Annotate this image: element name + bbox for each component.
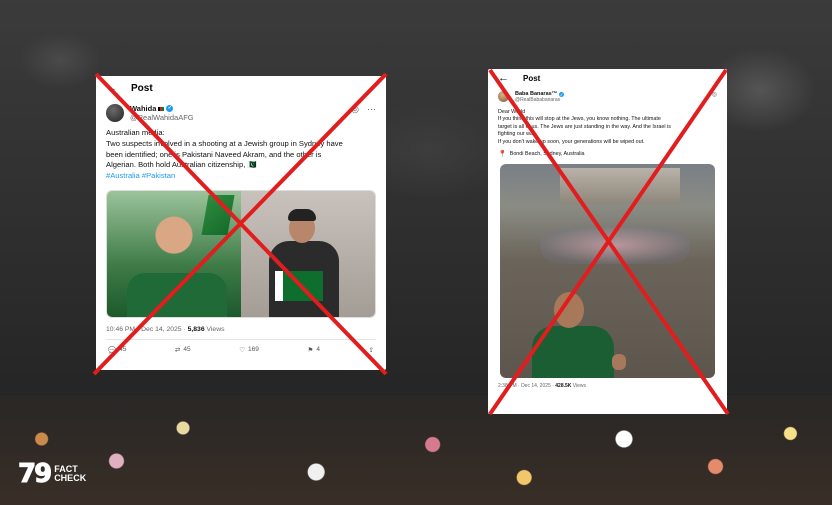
tweet-line: Australian media: <box>106 128 165 137</box>
tweet-line: been identified; one is Pakistani Naveed… <box>106 149 322 159</box>
views-label: Views <box>204 325 225 333</box>
display-name[interactable]: Wahida <box>130 104 156 113</box>
arrow-left-icon[interactable]: ← <box>498 72 509 84</box>
suspect-photo-left[interactable] <box>107 190 241 317</box>
tweet-time[interactable]: 2:38 PM · Dec 14, 2025 · <box>498 383 555 389</box>
grok-icon[interactable]: ◎ <box>351 104 359 115</box>
repost-button[interactable]: ⇄ 45 <box>175 346 191 354</box>
share-icon: ⇪ <box>368 346 374 354</box>
tweet-line: If you think this will stop at the Jews,… <box>498 116 661 123</box>
reply-icon: 💬 <box>108 346 117 354</box>
tweet-line: target is all of us. The Jews are just s… <box>498 123 671 130</box>
tweet-action-bar: 💬 45 ⇄ 45 ♡ 169 ⚑ 4 ⇪ <box>96 340 386 360</box>
tweet-line: fighting our war. <box>498 131 537 138</box>
tweet-text: Australian media: Two suspects involved … <box>96 126 386 184</box>
verified-badge-icon: ✓ <box>559 91 565 97</box>
tweet-card-wahida: ← Post Wahida ✓ @RealWahidaAFG ◎ ··· Aus… <box>96 76 386 370</box>
hashtags-link[interactable]: #Australia #Pakistan <box>106 171 376 182</box>
tweet-card-baba-banaras: ← Post Baba Banaras™ ✓ @RealBababanaras … <box>488 69 727 414</box>
tweet-author-row: Baba Banaras™ ✓ @RealBababanaras ◎ <box>488 87 727 107</box>
author-handle[interactable]: @RealBababanaras <box>515 97 706 103</box>
like-count: 169 <box>248 346 259 354</box>
tweet-line: If you don't wake up soon, your generati… <box>498 138 645 145</box>
logo-text-check: CHECK <box>54 473 87 483</box>
views-label: Views <box>571 383 587 390</box>
bookmark-icon: ⚑ <box>307 346 314 354</box>
tweet-media[interactable] <box>106 189 376 318</box>
more-options-icon[interactable]: ··· <box>367 104 376 115</box>
avatar[interactable] <box>106 104 124 122</box>
tweet-time[interactable]: 10:46 PM · Dec 14, 2025 · <box>106 326 188 333</box>
tweet-author-row: Wahida ✓ @RealWahidaAFG ◎ ··· <box>96 100 386 126</box>
verified-badge-icon: ✓ <box>166 105 174 112</box>
logo-number: 79 <box>17 459 52 490</box>
grok-icon[interactable]: ◎ <box>712 91 717 98</box>
tweet-timestamp: 2:38 PM · Dec 14, 2025 · 428.5K Views <box>488 381 727 391</box>
post-title: Post <box>523 73 541 83</box>
tweet-timestamp: 10:46 PM · Dec 14, 2025 · 5,836 Views <box>96 324 386 335</box>
post-header: ← Post <box>96 76 386 100</box>
suspect-photo-right[interactable] <box>241 190 375 317</box>
tweet-media[interactable] <box>500 164 715 379</box>
heart-icon: ♡ <box>239 346 246 354</box>
post-title: Post <box>131 82 153 94</box>
views-count: 428.5K <box>555 383 572 390</box>
location-tag[interactable]: 📍 Bondi Beach, Sydney, Australia <box>488 148 727 160</box>
tweet-line: Algerian. Both hold Australian citizensh… <box>106 160 257 170</box>
reply-button[interactable]: 💬 45 <box>108 346 126 354</box>
views-count: 5,836 <box>187 325 205 333</box>
flag-icon <box>158 106 165 111</box>
fact-check-logo: 79 FACT CHECK <box>17 456 98 492</box>
location-text: Bondi Beach, Sydney, Australia <box>509 151 585 158</box>
bookmark-button[interactable]: ⚑ 4 <box>307 346 319 354</box>
repost-count: 45 <box>183 346 191 354</box>
share-button[interactable]: ⇪ <box>369 346 374 354</box>
post-header: ← Post <box>488 69 727 87</box>
tweet-text: Dear World If you think this will stop a… <box>488 107 727 148</box>
avatar[interactable] <box>498 91 509 102</box>
arrow-left-icon[interactable]: ← <box>106 82 117 94</box>
reply-count: 45 <box>119 346 127 354</box>
tweet-line: Two suspects involved in a shooting at a… <box>106 138 343 148</box>
like-button[interactable]: ♡ 169 <box>239 346 259 354</box>
map-pin-icon: 📍 <box>498 151 507 159</box>
repost-icon: ⇄ <box>174 346 181 354</box>
author-name-row: Wahida ✓ <box>130 104 345 113</box>
bookmark-count: 4 <box>316 346 320 354</box>
author-handle[interactable]: @RealWahidaAFG <box>130 113 345 122</box>
tweet-line: Dear World <box>498 109 526 115</box>
